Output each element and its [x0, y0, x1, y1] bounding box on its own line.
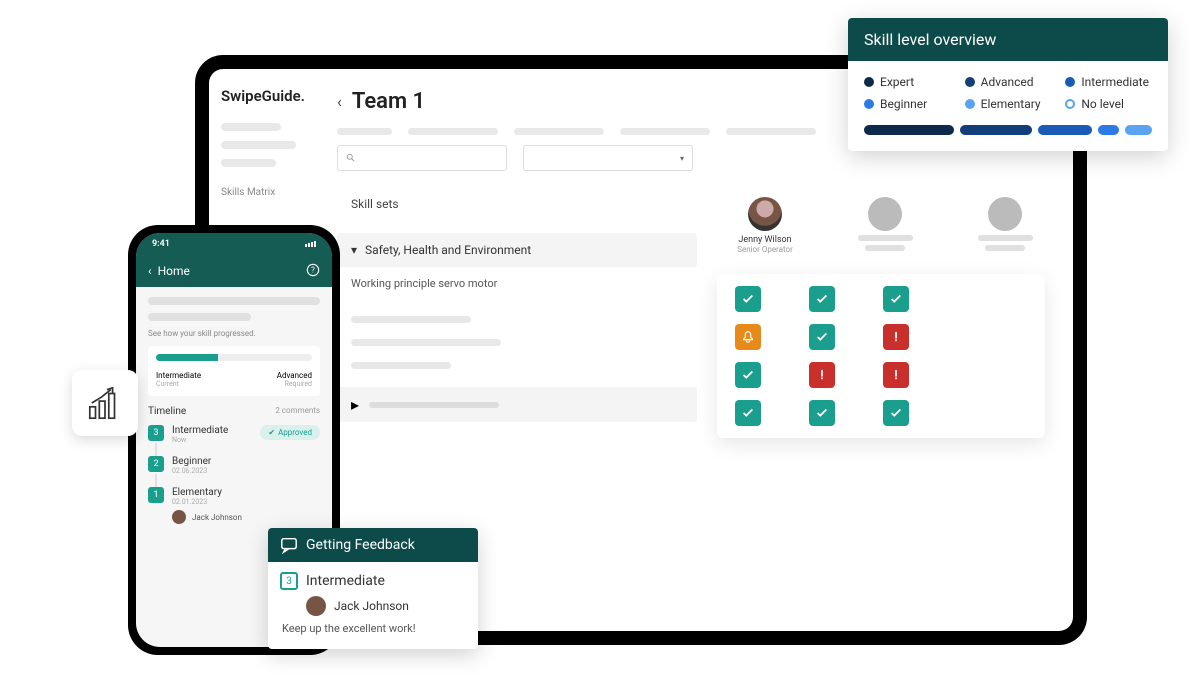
back-icon[interactable]: ‹ [148, 264, 152, 278]
level-badge: 2 [148, 456, 164, 472]
skill-row-placeholder[interactable] [351, 362, 451, 369]
skillsets-label: Skill sets [351, 197, 697, 211]
legend-item-beginner: Beginner [864, 97, 951, 111]
back-button[interactable]: ‹ [337, 92, 342, 111]
skill-row-placeholder[interactable] [351, 339, 501, 346]
avatar-placeholder [868, 197, 902, 231]
avatar [748, 197, 782, 231]
timeline-person: Jack Johnson [172, 510, 320, 524]
person-name: Jenny Wilson [738, 235, 791, 245]
level-badge: 3 [280, 572, 298, 590]
status-alert-icon[interactable] [883, 362, 909, 388]
legend-item-nolevel: No level [1065, 97, 1152, 111]
filter-dropdown[interactable]: ▾ [523, 145, 693, 171]
feedback-card: Getting Feedback 3 Intermediate Jack Joh… [268, 528, 478, 649]
status-check-icon[interactable] [883, 286, 909, 312]
sidebar-item-placeholder[interactable] [221, 141, 296, 149]
overview-title: Skill level overview [848, 18, 1168, 61]
app-logo: SwipeGuide. [221, 87, 315, 105]
legend-item-advanced: Advanced [965, 75, 1052, 89]
help-icon[interactable]: ? [306, 262, 320, 281]
status-badge: Approved [260, 425, 320, 440]
legend-item-expert: Expert [864, 75, 951, 89]
person-column-placeholder[interactable] [965, 197, 1045, 254]
current-level: Intermediate [156, 371, 201, 380]
search-icon [346, 153, 356, 163]
feedback-message: Keep up the excellent work! [282, 622, 466, 635]
timeline-label: Timeline [148, 406, 186, 417]
progress-hint: See how your skill progressed. [148, 329, 320, 338]
timeline-item[interactable]: 3 Intermediate Now Approved [148, 425, 320, 444]
person-column-placeholder[interactable] [845, 197, 925, 254]
skill-row[interactable]: Working principle servo motor [337, 267, 697, 300]
sidebar-item-placeholder[interactable] [221, 123, 281, 131]
legend-item-elementary: Elementary [965, 97, 1052, 111]
skill-status-grid [717, 274, 1045, 438]
placeholder-line [148, 297, 320, 305]
comments-count[interactable]: 2 comments [275, 406, 320, 417]
sidebar-item-placeholder[interactable] [221, 159, 276, 167]
chevron-right-icon: ▸ [351, 395, 359, 414]
current-label: Current [156, 380, 201, 388]
chevron-down-icon: ▾ [351, 243, 357, 257]
status-alert-icon[interactable] [883, 324, 909, 350]
nav-title: Home [158, 264, 190, 278]
signal-icon [305, 241, 316, 247]
phone-navbar: ‹ Home ? [136, 255, 332, 287]
status-check-icon[interactable] [809, 400, 835, 426]
overview-legend: Expert Advanced Intermediate Beginner El… [864, 75, 1152, 111]
skill-group-title: Safety, Health and Environment [365, 243, 531, 257]
bar-trend-icon [86, 384, 124, 422]
skill-level-overview-card: Skill level overview Expert Advanced Int… [848, 18, 1168, 151]
svg-text:?: ? [311, 265, 315, 274]
timeline-item[interactable]: 1 Elementary 02.01.2023 [148, 487, 320, 506]
skill-row-placeholder[interactable] [351, 316, 471, 323]
feedback-person: Jack Johnson [334, 599, 409, 613]
progress-bar [156, 354, 312, 361]
page-title: Team 1 [352, 89, 425, 114]
feedback-title: Getting Feedback [306, 537, 415, 553]
sidebar-section-label: Skills Matrix [221, 187, 315, 198]
status-check-icon[interactable] [809, 324, 835, 350]
overview-distribution-bar [864, 125, 1152, 135]
status-check-icon[interactable] [735, 362, 761, 388]
status-time: 9:41 [152, 239, 170, 249]
status-check-icon[interactable] [883, 400, 909, 426]
required-level: Advanced [277, 371, 312, 380]
trend-icon-card[interactable] [72, 370, 138, 436]
chevron-down-icon: ▾ [680, 154, 684, 163]
feedback-level: Intermediate [306, 573, 385, 589]
skill-group-collapsed[interactable]: ▸ [337, 387, 697, 422]
timeline-item[interactable]: 2 Beginner 02.06.2023 [148, 456, 320, 475]
status-alert-icon[interactable] [809, 362, 835, 388]
legend-item-intermediate: Intermediate [1065, 75, 1152, 89]
progress-card[interactable]: Intermediate Current Advanced Required [148, 346, 320, 396]
search-input[interactable] [337, 145, 507, 171]
placeholder-line [148, 313, 251, 321]
status-bell-icon[interactable] [735, 324, 761, 350]
phone-statusbar: 9:41 [136, 233, 332, 255]
level-badge: 1 [148, 487, 164, 503]
avatar [306, 596, 326, 616]
level-badge: 3 [148, 425, 164, 441]
person-role: Senior Operator [737, 245, 793, 254]
status-check-icon[interactable] [735, 286, 761, 312]
status-check-icon[interactable] [809, 286, 835, 312]
chat-icon [280, 536, 298, 554]
required-label: Required [277, 380, 312, 388]
person-column[interactable]: Jenny Wilson Senior Operator [725, 197, 805, 254]
avatar [172, 510, 186, 524]
status-check-icon[interactable] [735, 400, 761, 426]
avatar-placeholder [988, 197, 1022, 231]
skill-group-header[interactable]: ▾ Safety, Health and Environment [337, 233, 697, 267]
